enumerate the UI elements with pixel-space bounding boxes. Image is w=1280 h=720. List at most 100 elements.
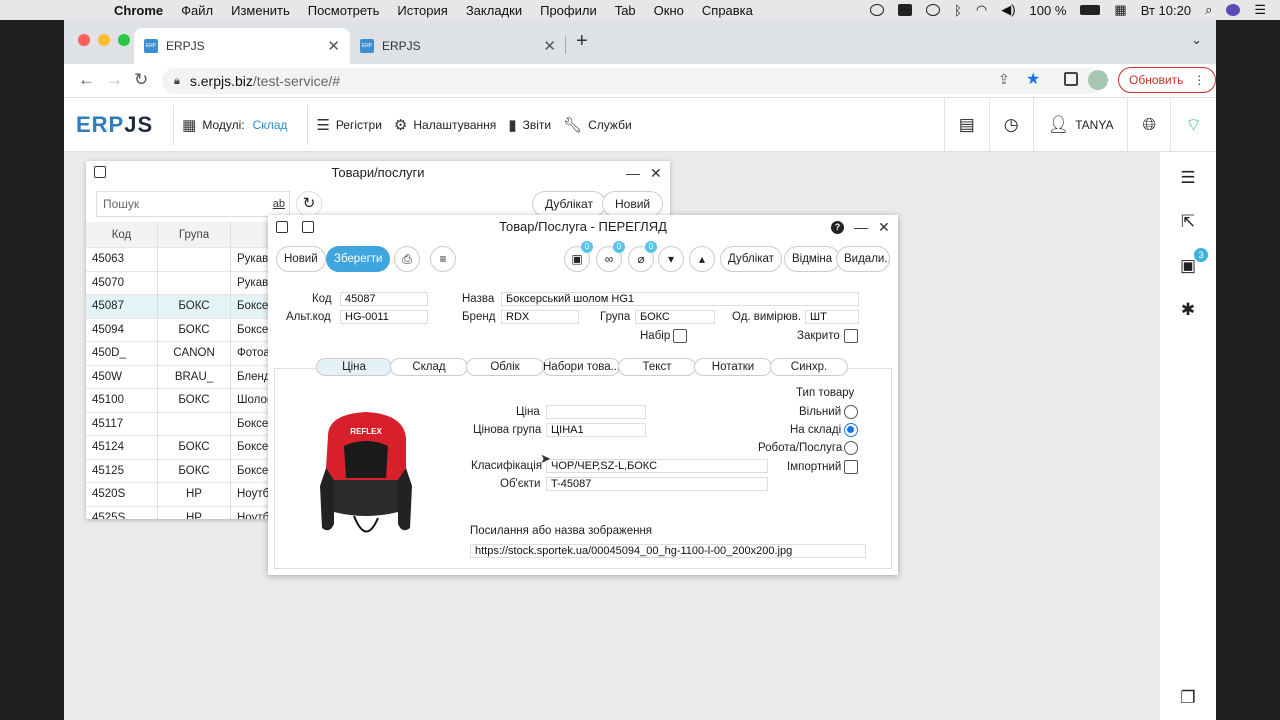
lock-icon[interactable]: 🔒︎ bbox=[174, 75, 180, 88]
delete-button[interactable]: Видали... bbox=[836, 246, 890, 272]
volume-icon[interactable]: ◀) bbox=[1001, 2, 1015, 18]
services-menu[interactable]: 🔧︎ Служби bbox=[563, 116, 632, 134]
tab-close-icon[interactable]: ✕ bbox=[327, 37, 340, 55]
tab-search-chevron-icon[interactable]: ⌄ bbox=[1191, 32, 1202, 48]
tab-sync[interactable]: Синхр. bbox=[770, 358, 848, 376]
minimize-icon[interactable]: — bbox=[854, 215, 868, 239]
print-button[interactable]: ⎙ bbox=[394, 246, 420, 272]
new-tab-plus-icon[interactable]: + bbox=[576, 30, 588, 53]
closed-checkbox[interactable] bbox=[844, 329, 858, 343]
list-new-button[interactable]: Новий bbox=[602, 191, 664, 217]
menu-edit[interactable]: Изменить bbox=[231, 3, 290, 18]
details-list-button[interactable]: ≡ bbox=[430, 246, 456, 272]
objects-field[interactable]: T-45087 bbox=[546, 477, 768, 491]
type-free-radio[interactable] bbox=[844, 405, 858, 419]
profile-avatar-icon[interactable] bbox=[1088, 70, 1108, 90]
name-field[interactable]: Боксерський шолом HG1 bbox=[501, 292, 859, 306]
type-work-service-radio[interactable] bbox=[844, 441, 858, 455]
refresh-button[interactable]: ↻ bbox=[296, 191, 322, 217]
import-checkbox[interactable] bbox=[844, 460, 858, 474]
open-window-icon[interactable] bbox=[94, 166, 106, 178]
reload-icon[interactable]: ↻ bbox=[134, 70, 148, 90]
search-list-icon[interactable]: ☰ bbox=[1178, 168, 1198, 188]
truck-icon[interactable] bbox=[898, 4, 913, 16]
inbox-button[interactable]: ▣ 0 bbox=[564, 241, 593, 272]
new-button[interactable]: Новий bbox=[276, 246, 326, 272]
tab-price[interactable]: Ціна bbox=[316, 358, 392, 376]
duplicate-button[interactable]: Дублікат bbox=[720, 246, 782, 272]
kebab-menu-icon[interactable]: ⋮ bbox=[1193, 73, 1205, 87]
clock-text[interactable]: Вт 10:20 bbox=[1141, 3, 1191, 18]
back-arrow-icon[interactable]: ← bbox=[78, 70, 95, 90]
connection-status[interactable]: ⌔ bbox=[1170, 98, 1216, 152]
classification-field[interactable]: ЧОР/ЧЕР,SZ-L,БОКС bbox=[546, 459, 768, 473]
browser-tab-active[interactable]: ERP ERPJS ✕ bbox=[134, 28, 350, 64]
save-button[interactable]: Зберегти bbox=[326, 246, 391, 272]
open-window-icon[interactable] bbox=[276, 221, 288, 233]
image-link-field[interactable]: https://stock.sportek.ua/00045094_00_hg-… bbox=[470, 544, 866, 558]
spotlight-icon[interactable]: ⌕ bbox=[1205, 2, 1212, 18]
history-button[interactable]: ◷ bbox=[988, 98, 1033, 152]
update-chrome-button[interactable]: Обновить ⋮ bbox=[1118, 67, 1217, 93]
close-icon[interactable]: ✕ bbox=[878, 215, 890, 239]
price-group-field[interactable]: ЦІНА1 bbox=[546, 423, 646, 437]
brand-field[interactable]: RDX bbox=[501, 310, 579, 324]
group-field[interactable]: БОКС bbox=[635, 310, 715, 324]
settings-menu[interactable]: ⚙ Налаштування bbox=[394, 116, 496, 134]
bluetooth-icon[interactable]: ᛒ bbox=[954, 3, 962, 18]
column-header-group[interactable]: Група bbox=[158, 222, 231, 247]
windows-icon[interactable]: ❐ bbox=[1178, 688, 1198, 708]
language-button[interactable]: 🌐︎ bbox=[1127, 98, 1170, 152]
url-input[interactable]: 🔒︎ s.erpjs.biz/test-service/# bbox=[162, 68, 1102, 94]
cancel-button[interactable]: Відміна bbox=[784, 246, 841, 272]
prev-record-button[interactable]: ▴ bbox=[689, 246, 715, 272]
forward-arrow-icon[interactable]: → bbox=[106, 70, 123, 90]
close-window-button[interactable] bbox=[78, 34, 90, 46]
registers-menu[interactable]: ☰ Регістри bbox=[316, 116, 382, 134]
notes-button[interactable]: ▤ bbox=[943, 98, 989, 152]
next-record-button[interactable]: ▾ bbox=[658, 246, 684, 272]
attachments-button[interactable]: ⌀ 0 bbox=[628, 241, 657, 272]
time-machine-icon[interactable] bbox=[926, 4, 941, 16]
type-in-stock-radio[interactable] bbox=[844, 423, 858, 437]
bookmark-star-icon[interactable]: ★ bbox=[1026, 69, 1040, 89]
tab-accounting[interactable]: Облік bbox=[466, 358, 544, 376]
menu-history[interactable]: История bbox=[397, 3, 447, 18]
bug-icon[interactable]: ✱ bbox=[1178, 300, 1198, 320]
modules-menu[interactable]: ▦ Модулі: Склад bbox=[182, 116, 287, 134]
user-menu[interactable]: 👤︎ TANYA bbox=[1032, 98, 1128, 152]
control-center-icon[interactable]: ☰ bbox=[1254, 2, 1266, 18]
column-header-code[interactable]: Код bbox=[86, 222, 158, 247]
layout-grid-icon[interactable] bbox=[302, 221, 314, 233]
search-input[interactable]: Пошук ab bbox=[96, 191, 290, 217]
siri-icon[interactable] bbox=[1226, 4, 1241, 16]
links-button[interactable]: ∞ 0 bbox=[596, 241, 625, 272]
menu-profiles[interactable]: Профили bbox=[540, 3, 597, 18]
tab-sets[interactable]: Набори това... bbox=[542, 358, 620, 376]
browser-tab-2[interactable]: ERP ERPJS ✕ bbox=[350, 28, 566, 64]
code-field[interactable]: 45087 bbox=[340, 292, 428, 306]
record-icon[interactable] bbox=[870, 4, 885, 16]
menu-tab[interactable]: Tab bbox=[615, 3, 636, 18]
menu-window[interactable]: Окно bbox=[654, 3, 684, 18]
unit-field[interactable]: ШТ bbox=[805, 310, 859, 324]
tab-text[interactable]: Текст bbox=[618, 358, 696, 376]
menu-help[interactable]: Справка bbox=[702, 3, 753, 18]
match-case-icon[interactable]: ab bbox=[273, 192, 285, 216]
tab-notes[interactable]: Нотатки bbox=[694, 358, 772, 376]
side-panel-icon[interactable] bbox=[1064, 72, 1078, 86]
erpjs-logo[interactable]: ERPJS bbox=[76, 112, 153, 138]
battery-icon[interactable] bbox=[1080, 5, 1101, 15]
open-external-icon[interactable]: ⇱ bbox=[1178, 212, 1198, 232]
close-icon[interactable]: ✕ bbox=[650, 161, 662, 185]
set-checkbox[interactable] bbox=[673, 329, 687, 343]
list-duplicate-button[interactable]: Дублікат bbox=[532, 191, 606, 217]
minimize-icon[interactable]: — bbox=[626, 161, 640, 185]
alt-code-field[interactable]: HG-0011 bbox=[340, 310, 428, 324]
tab-warehouse[interactable]: Склад bbox=[390, 358, 468, 376]
zoom-window-button[interactable] bbox=[118, 34, 130, 46]
reports-menu[interactable]: ▮ Звіти bbox=[508, 116, 551, 134]
tab-close-icon[interactable]: ✕ bbox=[543, 37, 556, 55]
price-field[interactable] bbox=[546, 405, 646, 419]
menu-app-chrome[interactable]: Chrome bbox=[114, 3, 163, 18]
